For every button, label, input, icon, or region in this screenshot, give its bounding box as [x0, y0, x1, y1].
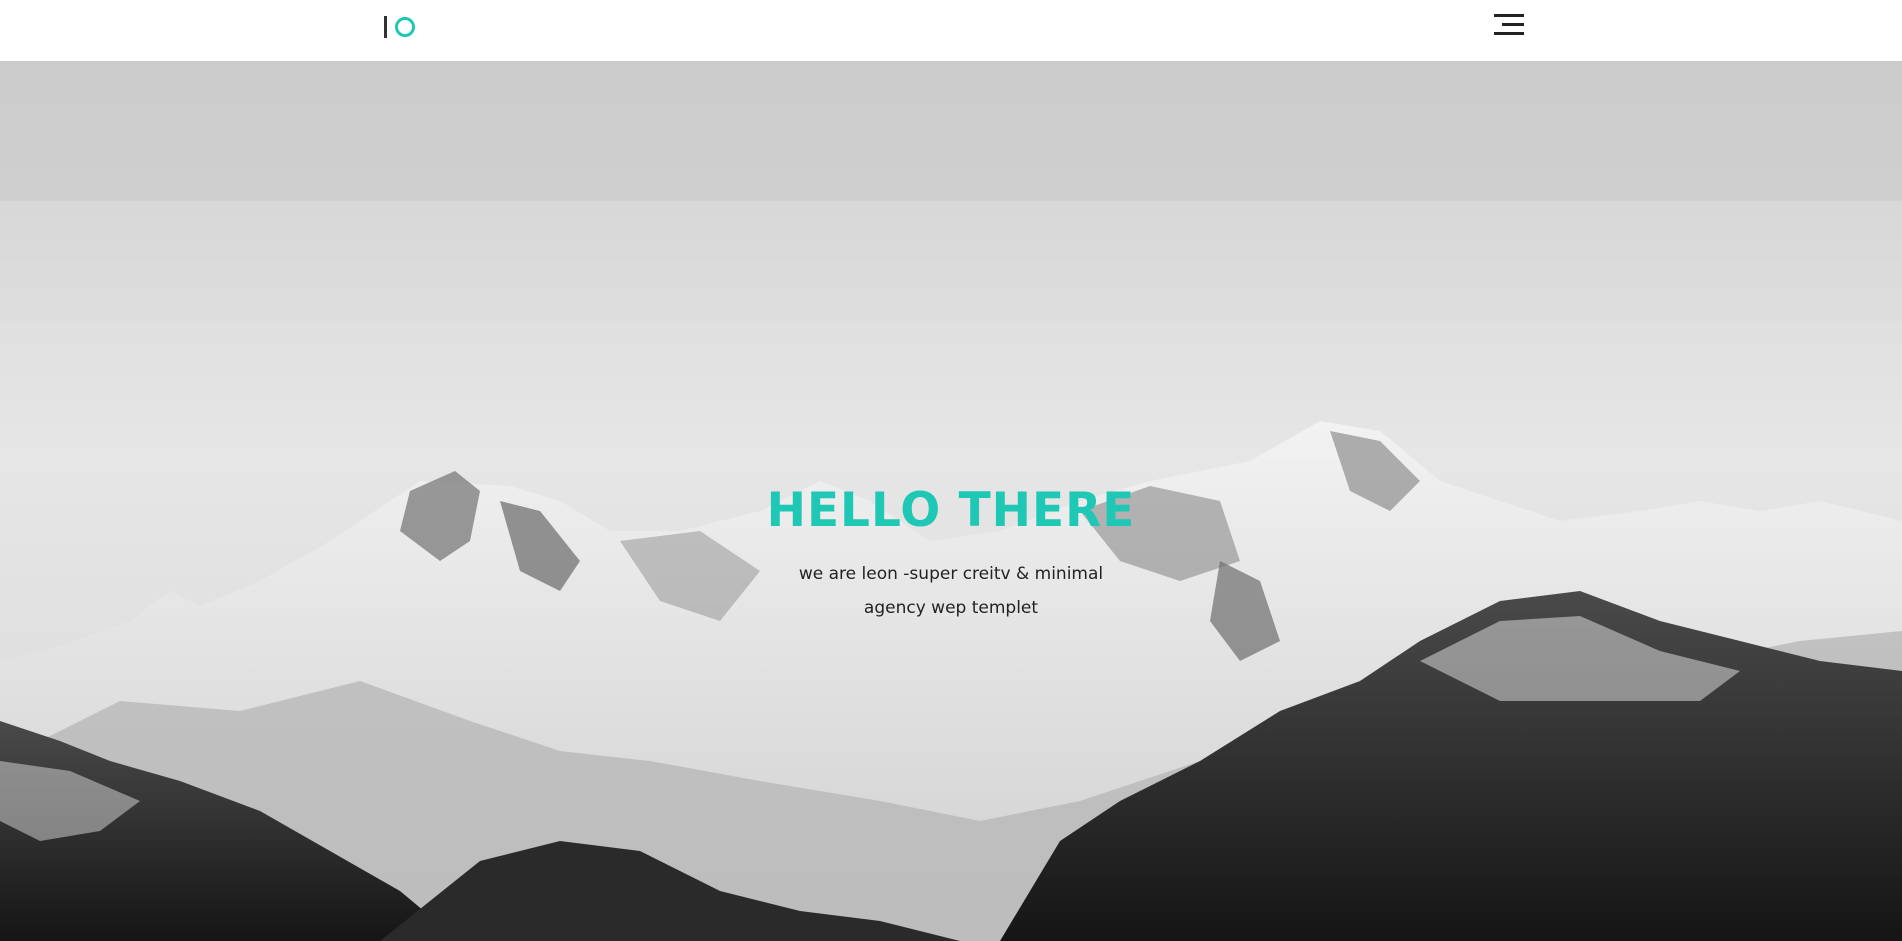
hero-subtitle-line1: we are leon -super creitv & minimal: [798, 564, 1104, 584]
hero-subtitle-line2: agency wep templet: [863, 598, 1039, 618]
hamburger-menu-button[interactable]: [1490, 12, 1524, 38]
hero-title: HELLO THERE: [766, 483, 1136, 538]
hero-content: HELLO THERE we are leon -super creitv & …: [0, 481, 1902, 625]
menu-line-icon: [1502, 23, 1524, 26]
hero-section: HELLO THERE we are leon -super creitv & …: [0, 61, 1902, 941]
hero-subtitle: we are leon -super creitv & minimal agen…: [771, 557, 1131, 625]
logo-bar-icon: [384, 16, 387, 38]
top-navbar: [0, 0, 1902, 61]
menu-line-icon: [1494, 32, 1524, 35]
site-logo[interactable]: [384, 14, 415, 40]
menu-line-icon: [1494, 14, 1524, 17]
logo-ring-icon: [395, 17, 415, 37]
